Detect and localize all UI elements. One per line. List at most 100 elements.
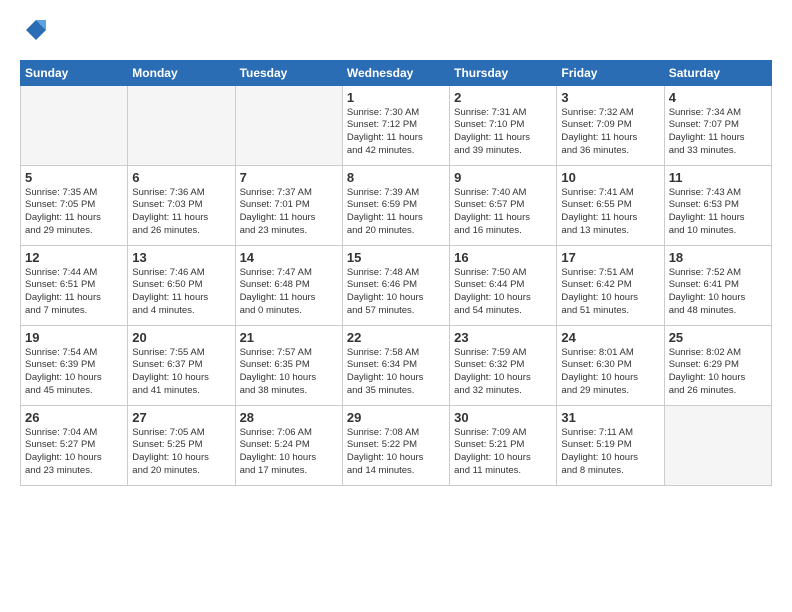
day-number: 22	[347, 330, 445, 345]
page: SundayMondayTuesdayWednesdayThursdayFrid…	[0, 0, 792, 612]
calendar: SundayMondayTuesdayWednesdayThursdayFrid…	[20, 60, 772, 486]
day-number: 26	[25, 410, 123, 425]
calendar-cell: 31 Sunrise: 7:11 AM Sunset: 5:19 PM Dayli…	[557, 405, 664, 485]
calendar-cell: 23 Sunrise: 7:59 AM Sunset: 6:32 PM Dayli…	[450, 325, 557, 405]
week-row-5: 26 Sunrise: 7:04 AM Sunset: 5:27 PM Dayli…	[21, 405, 772, 485]
weekday-header-thursday: Thursday	[450, 60, 557, 85]
day-number: 21	[240, 330, 338, 345]
calendar-cell: 24 Sunrise: 8:01 AM Sunset: 6:30 PM Dayli…	[557, 325, 664, 405]
day-info: Sunrise: 7:51 AM Sunset: 6:42 PM Dayligh…	[561, 267, 659, 318]
weekday-header-wednesday: Wednesday	[342, 60, 449, 85]
day-number: 20	[132, 330, 230, 345]
day-number: 15	[347, 250, 445, 265]
day-info: Sunrise: 7:59 AM Sunset: 6:32 PM Dayligh…	[454, 347, 552, 398]
day-info: Sunrise: 7:11 AM Sunset: 5:19 PM Dayligh…	[561, 427, 659, 478]
day-number: 1	[347, 90, 445, 105]
day-info: Sunrise: 7:04 AM Sunset: 5:27 PM Dayligh…	[25, 427, 123, 478]
day-info: Sunrise: 7:36 AM Sunset: 7:03 PM Dayligh…	[132, 187, 230, 238]
header	[20, 16, 772, 50]
day-info: Sunrise: 7:37 AM Sunset: 7:01 PM Dayligh…	[240, 187, 338, 238]
day-number: 16	[454, 250, 552, 265]
logo	[20, 16, 50, 50]
day-info: Sunrise: 7:54 AM Sunset: 6:39 PM Dayligh…	[25, 347, 123, 398]
day-info: Sunrise: 7:05 AM Sunset: 5:25 PM Dayligh…	[132, 427, 230, 478]
week-row-4: 19Sunrise: 7:54 AM Sunset: 6:39 PM Dayli…	[21, 325, 772, 405]
day-number: 6	[132, 170, 230, 185]
weekday-header-sunday: Sunday	[21, 60, 128, 85]
week-row-3: 12 Sunrise: 7:44 AM Sunset: 6:51 PM Dayli…	[21, 245, 772, 325]
logo-text-block	[20, 16, 50, 50]
day-number: 28	[240, 410, 338, 425]
day-number: 14	[240, 250, 338, 265]
calendar-cell: 11 Sunrise: 7:43 AM Sunset: 6:53 PM Dayli…	[664, 165, 771, 245]
calendar-cell	[235, 85, 342, 165]
calendar-cell: 21 Sunrise: 7:57 AM Sunset: 6:35 PM Dayli…	[235, 325, 342, 405]
day-info: Sunrise: 7:44 AM Sunset: 6:51 PM Dayligh…	[25, 267, 123, 318]
day-number: 31	[561, 410, 659, 425]
calendar-cell: 2Sunrise: 7:31 AM Sunset: 7:10 PM Daylig…	[450, 85, 557, 165]
day-info: Sunrise: 7:09 AM Sunset: 5:21 PM Dayligh…	[454, 427, 552, 478]
day-number: 17	[561, 250, 659, 265]
logo-icon	[22, 16, 50, 44]
day-number: 13	[132, 250, 230, 265]
day-number: 3	[561, 90, 659, 105]
calendar-cell: 13 Sunrise: 7:46 AM Sunset: 6:50 PM Dayli…	[128, 245, 235, 325]
day-info: Sunrise: 7:55 AM Sunset: 6:37 PM Dayligh…	[132, 347, 230, 398]
day-number: 11	[669, 170, 767, 185]
calendar-cell: 17 Sunrise: 7:51 AM Sunset: 6:42 PM Dayli…	[557, 245, 664, 325]
calendar-cell: 10Sunrise: 7:41 AM Sunset: 6:55 PM Dayli…	[557, 165, 664, 245]
calendar-cell: 27 Sunrise: 7:05 AM Sunset: 5:25 PM Dayli…	[128, 405, 235, 485]
calendar-cell: 16 Sunrise: 7:50 AM Sunset: 6:44 PM Dayli…	[450, 245, 557, 325]
calendar-cell: 12 Sunrise: 7:44 AM Sunset: 6:51 PM Dayli…	[21, 245, 128, 325]
calendar-cell: 14 Sunrise: 7:47 AM Sunset: 6:48 PM Dayli…	[235, 245, 342, 325]
day-number: 8	[347, 170, 445, 185]
calendar-cell	[21, 85, 128, 165]
weekday-header-row: SundayMondayTuesdayWednesdayThursdayFrid…	[21, 60, 772, 85]
week-row-1: 1Sunrise: 7:30 AM Sunset: 7:12 PM Daylig…	[21, 85, 772, 165]
calendar-cell	[664, 405, 771, 485]
calendar-cell: 4Sunrise: 7:34 AM Sunset: 7:07 PM Daylig…	[664, 85, 771, 165]
weekday-header-monday: Monday	[128, 60, 235, 85]
day-number: 29	[347, 410, 445, 425]
calendar-cell: 6 Sunrise: 7:36 AM Sunset: 7:03 PM Daylig…	[128, 165, 235, 245]
day-info: Sunrise: 7:57 AM Sunset: 6:35 PM Dayligh…	[240, 347, 338, 398]
calendar-cell: 26 Sunrise: 7:04 AM Sunset: 5:27 PM Dayli…	[21, 405, 128, 485]
week-row-2: 5Sunrise: 7:35 AM Sunset: 7:05 PM Daylig…	[21, 165, 772, 245]
calendar-cell	[128, 85, 235, 165]
calendar-cell: 25 Sunrise: 8:02 AM Sunset: 6:29 PM Dayli…	[664, 325, 771, 405]
day-number: 10	[561, 170, 659, 185]
day-number: 27	[132, 410, 230, 425]
day-number: 12	[25, 250, 123, 265]
calendar-cell: 5Sunrise: 7:35 AM Sunset: 7:05 PM Daylig…	[21, 165, 128, 245]
day-number: 23	[454, 330, 552, 345]
day-number: 9	[454, 170, 552, 185]
calendar-cell: 9Sunrise: 7:40 AM Sunset: 6:57 PM Daylig…	[450, 165, 557, 245]
day-info: Sunrise: 7:31 AM Sunset: 7:10 PM Dayligh…	[454, 107, 552, 158]
calendar-cell: 15 Sunrise: 7:48 AM Sunset: 6:46 PM Dayli…	[342, 245, 449, 325]
calendar-cell: 29 Sunrise: 7:08 AM Sunset: 5:22 PM Dayli…	[342, 405, 449, 485]
calendar-cell: 22 Sunrise: 7:58 AM Sunset: 6:34 PM Dayli…	[342, 325, 449, 405]
weekday-header-tuesday: Tuesday	[235, 60, 342, 85]
day-number: 24	[561, 330, 659, 345]
day-info: Sunrise: 7:08 AM Sunset: 5:22 PM Dayligh…	[347, 427, 445, 478]
day-info: Sunrise: 7:48 AM Sunset: 6:46 PM Dayligh…	[347, 267, 445, 318]
day-info: Sunrise: 7:47 AM Sunset: 6:48 PM Dayligh…	[240, 267, 338, 318]
calendar-cell: 30Sunrise: 7:09 AM Sunset: 5:21 PM Dayli…	[450, 405, 557, 485]
day-info: Sunrise: 8:02 AM Sunset: 6:29 PM Dayligh…	[669, 347, 767, 398]
day-number: 25	[669, 330, 767, 345]
day-number: 18	[669, 250, 767, 265]
day-info: Sunrise: 7:34 AM Sunset: 7:07 PM Dayligh…	[669, 107, 767, 158]
day-info: Sunrise: 8:01 AM Sunset: 6:30 PM Dayligh…	[561, 347, 659, 398]
day-info: Sunrise: 7:58 AM Sunset: 6:34 PM Dayligh…	[347, 347, 445, 398]
weekday-header-friday: Friday	[557, 60, 664, 85]
calendar-cell: 7 Sunrise: 7:37 AM Sunset: 7:01 PM Daylig…	[235, 165, 342, 245]
calendar-cell: 20 Sunrise: 7:55 AM Sunset: 6:37 PM Dayli…	[128, 325, 235, 405]
day-number: 7	[240, 170, 338, 185]
day-info: Sunrise: 7:43 AM Sunset: 6:53 PM Dayligh…	[669, 187, 767, 238]
weekday-header-saturday: Saturday	[664, 60, 771, 85]
day-info: Sunrise: 7:46 AM Sunset: 6:50 PM Dayligh…	[132, 267, 230, 318]
day-info: Sunrise: 7:50 AM Sunset: 6:44 PM Dayligh…	[454, 267, 552, 318]
calendar-cell: 3Sunrise: 7:32 AM Sunset: 7:09 PM Daylig…	[557, 85, 664, 165]
calendar-cell: 18Sunrise: 7:52 AM Sunset: 6:41 PM Dayli…	[664, 245, 771, 325]
calendar-cell: 8Sunrise: 7:39 AM Sunset: 6:59 PM Daylig…	[342, 165, 449, 245]
